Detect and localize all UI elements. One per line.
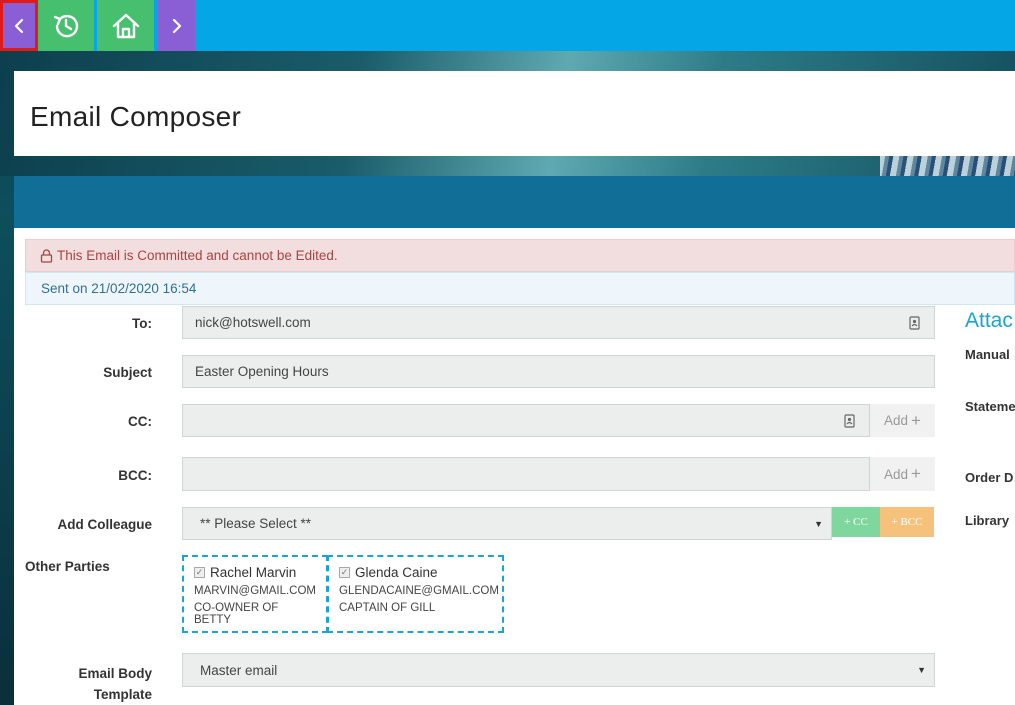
add-colleague-cc-button[interactable]: + CC (832, 507, 880, 537)
email-body-template-label: Email Body Template (78, 666, 152, 702)
add-colleague-bcc-button[interactable]: + BCC (880, 507, 934, 537)
add-bcc-label: Add (884, 466, 909, 482)
address-book-icon[interactable] (844, 413, 855, 428)
party-card[interactable]: ✓ Glenda Caine GLENDACAINE@GMAIL.COM CAPT… (327, 555, 504, 633)
lock-icon (40, 248, 53, 263)
forward-button[interactable] (158, 0, 195, 51)
dropdown-caret-icon: ▼ (917, 665, 926, 675)
committed-alert-text: This Email is Committed and cannot be Ed… (57, 248, 338, 263)
plus-icon: + (911, 410, 921, 430)
attachment-item[interactable]: Library (965, 513, 1009, 528)
party-card[interactable]: ✓ Rachel Marvin MARVIN@GMAIL.COM CO-OWNER… (182, 555, 328, 633)
party-name: Glenda Caine (355, 565, 438, 580)
add-cc-label: Add (884, 413, 909, 428)
home-icon (112, 13, 139, 38)
title-card: Email Composer (14, 71, 1015, 156)
sent-info-text: Sent on 21/02/2020 16:54 (41, 281, 197, 296)
page-title: Email Composer (30, 101, 242, 132)
subject-value: Easter Opening Hours (195, 364, 329, 379)
history-button[interactable] (38, 0, 94, 51)
party-role: CO-OWNER OF BETTY (194, 602, 279, 626)
bcc-label: BCC: (118, 468, 152, 483)
to-field[interactable]: nick@hotswell.com (182, 306, 935, 339)
email-body-template-value: Master email (200, 662, 278, 678)
to-value: nick@hotswell.com (195, 315, 311, 330)
back-button[interactable] (0, 0, 38, 51)
committed-alert: This Email is Committed and cannot be Ed… (25, 239, 1015, 272)
plus-icon: + (911, 464, 921, 483)
add-bcc-button[interactable]: Add + (870, 457, 935, 491)
party-email: GLENDACAINE@GMAIL.COM (339, 585, 499, 597)
other-parties-label: Other Parties (25, 559, 110, 574)
cc-field[interactable] (182, 404, 870, 437)
chevron-left-icon (14, 18, 24, 33)
subject-label: Subject (103, 365, 152, 380)
cc-label: CC: (128, 414, 152, 429)
bcc-field[interactable] (182, 457, 870, 491)
section-header-bar (14, 176, 1015, 228)
party-role: CAPTAIN OF GILL (339, 602, 436, 614)
checkbox-icon[interactable]: ✓ (194, 567, 205, 578)
add-colleague-label: Add Colleague (57, 517, 152, 532)
to-label: To: (132, 316, 152, 331)
attachment-item[interactable]: Manual (965, 347, 1010, 362)
party-email: MARVIN@GMAIL.COM (194, 585, 317, 597)
dropdown-caret-icon: ▼ (814, 518, 823, 529)
email-body-template-select[interactable]: Master email ▼ (182, 653, 935, 687)
home-button[interactable] (97, 0, 154, 51)
sent-info: Sent on 21/02/2020 16:54 (25, 272, 1015, 305)
attachment-item[interactable]: Order D (965, 470, 1013, 485)
party-name: Rachel Marvin (210, 565, 297, 580)
colleague-select-value: ** Please Select ** (200, 516, 312, 531)
history-icon (53, 14, 79, 37)
add-cc-button[interactable]: Add + (870, 404, 935, 437)
attachment-item[interactable]: Stateme (965, 399, 1015, 414)
attachments-title: Attac (965, 309, 1013, 332)
email-form-panel: This Email is Committed and cannot be Ed… (14, 228, 1015, 705)
chevron-right-icon (172, 18, 181, 33)
checkbox-icon[interactable]: ✓ (339, 567, 350, 578)
colleague-select[interactable]: ** Please Select ** ▼ (182, 507, 832, 540)
subject-field[interactable]: Easter Opening Hours (182, 355, 935, 388)
address-book-icon[interactable] (909, 315, 920, 330)
